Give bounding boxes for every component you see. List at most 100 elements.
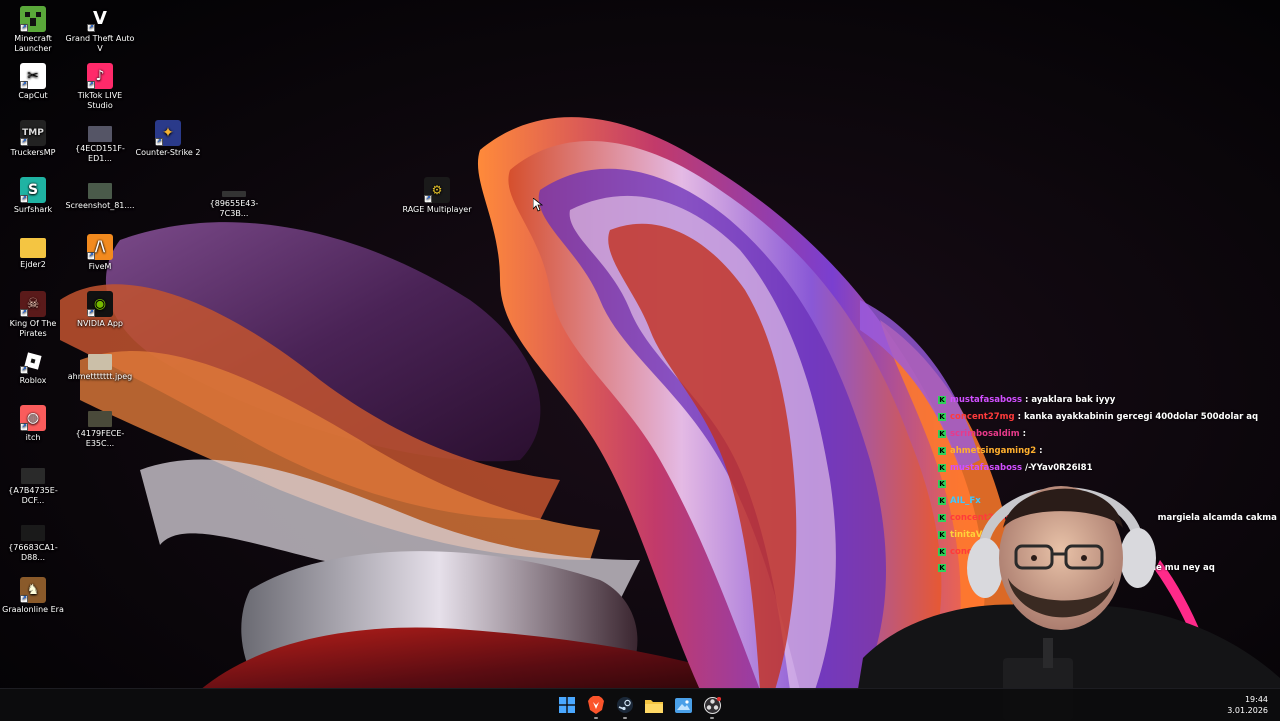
desktop-icon-label: FiveM [88, 262, 112, 271]
chat-text: : ayaklara bak iyyy [1025, 395, 1116, 406]
desktop-icon-screenshot[interactable]: Screenshot_81.... [65, 177, 135, 211]
nvidia-icon: ◉ ↗ [87, 291, 113, 317]
taskbar-start-button[interactable] [556, 694, 578, 716]
desktop-icon-tiktok-live[interactable]: ♪ ↗ TikTok LIVE Studio [65, 63, 135, 111]
desktop-icon-image-8965[interactable]: {89655E43-7C3B... [199, 177, 269, 219]
chat-message: K concent27mg : kanka ayakkabinin gerceg… [936, 409, 1280, 426]
rage-mp-icon: ⚙ ↗ [424, 177, 450, 203]
desktop-icon-label: ahmettttttt.jpeg [67, 372, 133, 381]
desktop-icon-capcut[interactable]: ✂ ↗ CapCut [0, 63, 68, 101]
desktop-icon-cs2[interactable]: ✦ ↗ Counter-Strike 2 [133, 120, 203, 158]
desktop-icon-label: {4ECD151F-ED1... [75, 144, 125, 163]
desktop-icon-label: CapCut [18, 91, 48, 100]
file-explorer-icon [645, 699, 663, 713]
desktop-icon-ahmet-jpeg[interactable]: ahmettttttt.jpeg [65, 348, 135, 382]
desktop-icon-king-of-pirates[interactable]: ☠ ↗ King Of The Pirates [0, 291, 68, 339]
desktop-icon-label: RAGE Multiplayer [402, 205, 472, 214]
taskbar-steam[interactable] [614, 694, 636, 719]
desktop-icon-itch[interactable]: ◍ ↗ itch [0, 405, 68, 443]
photos-app-icon [674, 697, 692, 713]
desktop-icon-label: {89655E43-7C3B... [209, 199, 259, 218]
webcam-overlay [853, 486, 1280, 720]
kick-badge-icon: K [938, 396, 946, 405]
desktop-icon-label: King Of The Pirates [9, 319, 57, 338]
desktop-icon-image-a7b4[interactable]: {A7B4735E-DCF... [0, 462, 68, 506]
surfshark-icon: S ↗ [20, 177, 46, 203]
desktop-icon-graalonline[interactable]: ♞ ↗ Graalonline Era [0, 577, 68, 615]
image-file-icon [21, 468, 45, 484]
desktop-icon-minecraft[interactable]: ↗ Minecraft Launcher [0, 6, 68, 54]
desktop-icon-label: Graalonline Era [2, 605, 64, 614]
desktop-icon-fivem[interactable]: /\ ↗ FiveM [65, 234, 135, 272]
chat-username: ahmetsingaming2 [950, 445, 1037, 456]
kick-badge-icon: K [938, 429, 946, 438]
kick-badge-icon: K [938, 446, 946, 455]
chat-message: K ahmetsingaming2 : [936, 442, 1280, 459]
taskbar-brave[interactable] [585, 694, 607, 719]
desktop-icon-roblox[interactable]: ↗ Roblox [0, 348, 68, 386]
desktop-icon-label: Surfshark [13, 205, 53, 214]
mouse-cursor-icon [533, 198, 543, 212]
image-file-icon [88, 183, 112, 199]
chat-username: mustafasaboss [950, 395, 1023, 406]
chat-message: K mustafasaboss : ayaklara bak iyyy [936, 392, 1280, 409]
capcut-icon: ✂ ↗ [20, 63, 46, 89]
clock-date: 3.01.2026 [1227, 706, 1268, 715]
desktop-icon-surfshark[interactable]: S ↗ Surfshark [0, 177, 68, 215]
desktop-icon-nvidia[interactable]: ◉ ↗ NVIDIA App [65, 291, 135, 329]
desktop-icon-gta5[interactable]: V ↗ Grand Theft Auto V [65, 6, 135, 54]
truckersmp-icon: TMP ↗ [20, 120, 46, 146]
taskbar-obs[interactable] [701, 694, 723, 719]
desktop-icon-label: itch [25, 433, 41, 442]
chat-text: : kanka ayakkabinin gercegi 400dolar 500… [1017, 412, 1259, 423]
chat-text: : [1039, 445, 1043, 456]
roblox-icon: ↗ [20, 348, 46, 374]
minecraft-icon: ↗ [20, 6, 46, 32]
clock-time: 19:44 [1244, 695, 1268, 704]
king-of-pirates-icon: ☠ ↗ [20, 291, 46, 317]
desktop-icon-label: Grand Theft Auto V [65, 34, 135, 53]
graal-icon: ♞ ↗ [20, 577, 46, 603]
brave-browser-icon [588, 696, 604, 714]
taskbar-clock[interactable]: 19:44 3.01.2026 [1227, 694, 1268, 716]
image-file-icon [88, 411, 112, 427]
tiktok-live-icon: ♪ ↗ [87, 63, 113, 89]
desktop-icon-label: Screenshot_81.... [65, 201, 135, 210]
gta5-icon: V ↗ [87, 8, 107, 32]
taskbar: 19:44 3.01.2026 [0, 688, 1280, 721]
desktop-icon-label: Counter-Strike 2 [135, 148, 201, 157]
chat-username: concent27mg [950, 412, 1015, 423]
desktop-icon-rage-mp[interactable]: ⚙ ↗ RAGE Multiplayer [402, 177, 472, 215]
chat-text: : [1022, 428, 1026, 439]
desktop-icon-label: Minecraft Launcher [14, 34, 52, 53]
itch-icon: ◍ ↗ [20, 405, 46, 431]
desktop-icon-truckersmp[interactable]: TMP ↗ TruckersMP [0, 120, 68, 158]
image-file-icon [21, 525, 45, 541]
image-file-icon [88, 126, 112, 142]
taskbar-file-explorer[interactable] [643, 694, 665, 716]
obs-studio-icon [703, 696, 721, 714]
steam-icon [617, 697, 633, 713]
chat-message: K scrimbosaldim : [936, 426, 1280, 443]
desktop-icon-label: Roblox [19, 376, 47, 385]
desktop-icon-image-7668[interactable]: {76683CA1-D88... [0, 519, 68, 563]
desktop-icon-label: TikTok LIVE Studio [77, 91, 123, 110]
kick-badge-icon: K [938, 413, 946, 422]
desktop-icon-label: {A7B4735E-DCF... [8, 486, 58, 505]
desktop-icon-ejder2[interactable]: Ejder2 [0, 234, 68, 270]
desktop-icon-label: {4179FECE-E35C... [75, 429, 125, 448]
folder-icon [20, 238, 46, 258]
desktop-icon-label: {76683CA1-D88... [8, 543, 58, 562]
chat-username: scrimbosaldim [950, 428, 1020, 439]
desktop-icon-image-4ecd[interactable]: {4ECD151F-ED1... [65, 120, 135, 164]
taskbar-photos[interactable] [672, 694, 694, 716]
cs2-icon: ✦ ↗ [155, 120, 181, 146]
desktop-icon-label: TruckersMP [10, 148, 56, 157]
windows-start-icon [559, 697, 575, 713]
desktop-icon-image-4179[interactable]: {4179FECE-E35C... [65, 405, 135, 449]
fivem-icon: /\ ↗ [87, 234, 113, 260]
desktop-icon-label: NVIDIA App [77, 319, 123, 328]
image-file-icon [88, 354, 112, 370]
desktop-icon-label: Ejder2 [20, 260, 46, 269]
image-file-icon [222, 191, 246, 197]
